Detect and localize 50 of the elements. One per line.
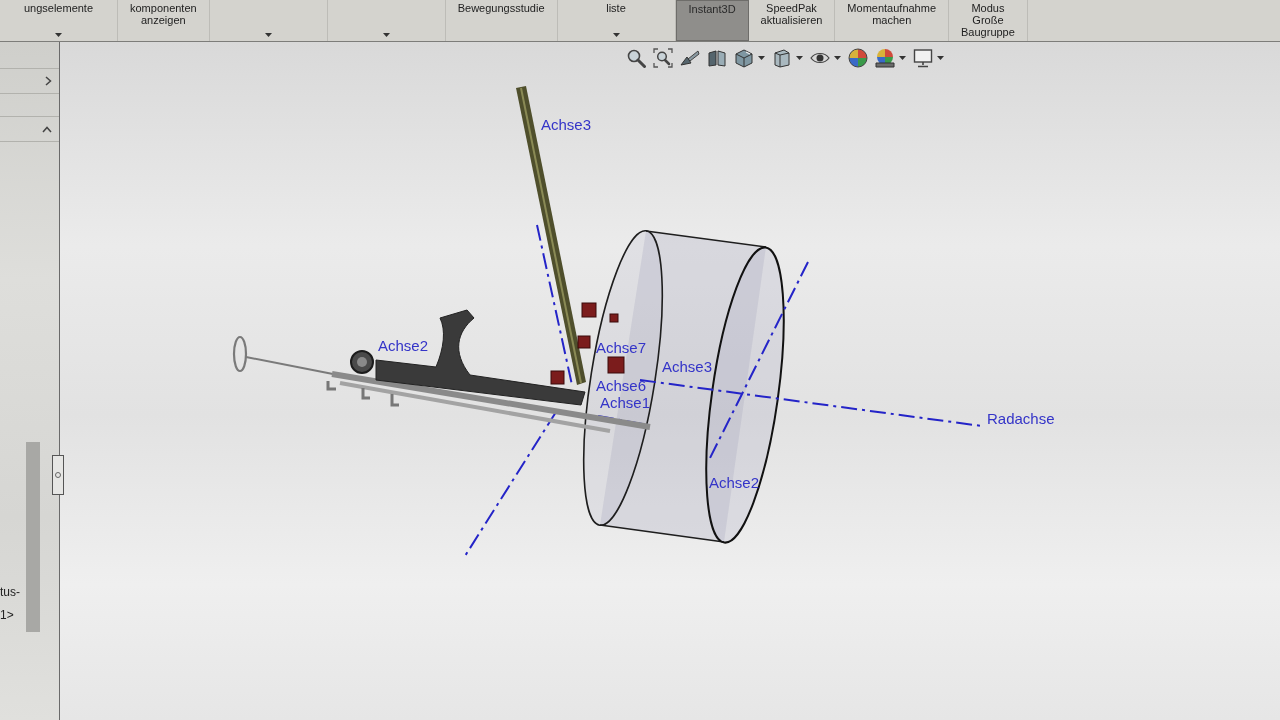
tree-item[interactable]: 1> bbox=[0, 608, 26, 622]
axis-label: Achse6 bbox=[596, 377, 647, 394]
ring bbox=[232, 335, 248, 373]
bracket bbox=[326, 381, 336, 391]
dome-on-base-icon[interactable] bbox=[875, 48, 895, 68]
split-block-icon[interactable] bbox=[707, 48, 727, 68]
splitter-handle[interactable] bbox=[52, 455, 64, 495]
axis-label: Achse3 bbox=[541, 116, 592, 133]
axis-label: Achse1 bbox=[600, 394, 651, 411]
arrow-icon[interactable] bbox=[680, 48, 700, 68]
ribbon-button[interactable]: Modus Große Baugruppe bbox=[949, 0, 1028, 41]
axis-label: Achse2 bbox=[378, 337, 429, 354]
ribbon-button[interactable]: Momentaufnahme machen bbox=[835, 0, 950, 41]
box-icon[interactable] bbox=[772, 48, 792, 68]
chevron-up-icon[interactable] bbox=[42, 125, 52, 133]
bracket bbox=[390, 394, 399, 407]
scrollbar-thumb[interactable] bbox=[26, 442, 40, 632]
block bbox=[550, 370, 565, 385]
caret-icon[interactable] bbox=[758, 56, 765, 60]
axis-label: Radachse bbox=[987, 410, 1055, 427]
block bbox=[609, 313, 619, 323]
caret-icon[interactable] bbox=[834, 56, 841, 60]
ribbon-button[interactable]: ungselemente bbox=[0, 0, 118, 41]
monitor-icon[interactable] bbox=[913, 48, 933, 68]
chevron-right-icon[interactable] bbox=[45, 76, 52, 86]
magnifier-icon[interactable] bbox=[626, 48, 646, 68]
caret-icon[interactable] bbox=[55, 33, 62, 37]
ribbon-button[interactable]: Instant3D bbox=[675, 0, 749, 41]
block bbox=[577, 335, 591, 349]
ribbon-button[interactable]: Bewegungsstudie bbox=[445, 0, 558, 41]
ribbon-button[interactable]: liste bbox=[557, 0, 676, 41]
axis-label: Achse3 bbox=[662, 358, 713, 375]
caret-icon[interactable] bbox=[937, 56, 944, 60]
axis-label: Achse2 bbox=[709, 474, 760, 491]
ribbon-button[interactable]: komponenten anzeigen bbox=[118, 0, 210, 41]
bracket bbox=[361, 388, 370, 400]
ribbon-button[interactable]: SpeedPak aktualisieren bbox=[748, 0, 836, 41]
quartered-circle-icon[interactable] bbox=[848, 48, 868, 68]
magnifier-frame-icon[interactable] bbox=[653, 48, 673, 68]
block bbox=[581, 302, 597, 318]
caret-icon[interactable] bbox=[796, 56, 803, 60]
caret-icon[interactable] bbox=[899, 56, 906, 60]
axis-label: Achse7 bbox=[596, 339, 647, 356]
eye-joint bbox=[350, 350, 374, 374]
caret-icon[interactable] bbox=[612, 33, 620, 37]
cube-icon[interactable] bbox=[734, 48, 754, 68]
tree-item[interactable]: tus- bbox=[0, 585, 26, 599]
block bbox=[607, 356, 625, 374]
caret-icon[interactable] bbox=[264, 33, 272, 37]
caret-icon[interactable] bbox=[382, 33, 390, 37]
